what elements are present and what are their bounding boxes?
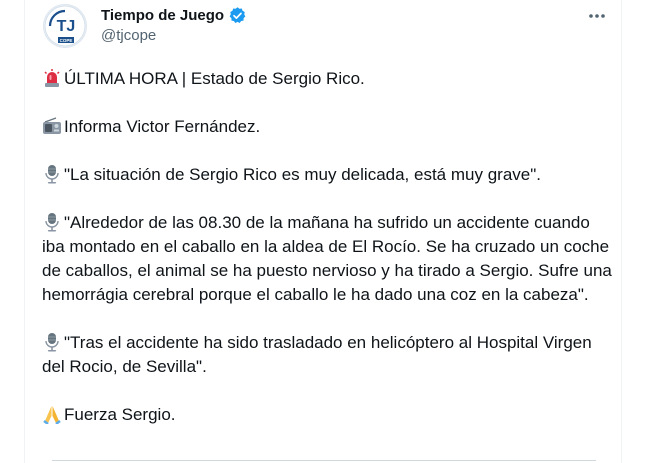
verified-badge-icon (228, 6, 247, 25)
tweet-paragraph: Fuerza Sergio. (42, 403, 614, 427)
more-options-icon[interactable] (586, 6, 608, 26)
avatar-subtext: COPE (60, 38, 73, 43)
author-name[interactable]: Tiempo de Juego (101, 7, 224, 24)
tweet-text: ÚLTIMA HORA | Estado de Sergio Rico. Inf… (42, 67, 614, 451)
microphone-icon (42, 164, 62, 184)
avatar[interactable]: TJ COPE (43, 4, 87, 48)
tweet-paragraph: Informa Victor Fernández. (42, 115, 614, 139)
radio-icon (42, 116, 62, 136)
author-name-row[interactable]: Tiempo de Juego (101, 6, 247, 25)
tweet-paragraph: "La situación de Sergio Rico es muy deli… (42, 163, 614, 187)
microphone-icon (42, 332, 62, 352)
microphone-icon (42, 212, 62, 232)
tweet-paragraph: "Alrededor de las 08.30 de la mañana ha … (42, 212, 612, 304)
avatar-logo-text: TJ (57, 18, 76, 35)
tweet-paragraph: "Tras el accidente ha sido trasladado en… (42, 332, 592, 376)
author-handle[interactable]: @tjcope (101, 27, 156, 44)
tweet-paragraph: ÚLTIMA HORA | Estado de Sergio Rico. (42, 67, 614, 91)
rotating-light-icon (42, 68, 62, 88)
folded-hands-icon (42, 404, 62, 424)
divider (52, 460, 596, 461)
